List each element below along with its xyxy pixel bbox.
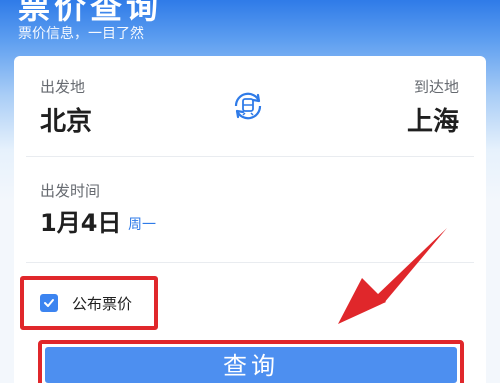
date-label: 出发时间 xyxy=(40,182,101,200)
checkbox-checked-icon[interactable] xyxy=(40,294,58,312)
weekday-label: 周一 xyxy=(128,217,156,233)
to-city[interactable]: 上海 xyxy=(407,101,459,138)
from-city[interactable]: 北京 xyxy=(40,101,92,138)
query-button-highlight: 查询 xyxy=(38,340,464,383)
public-fare-option[interactable]: 公布票价 xyxy=(20,276,158,330)
divider xyxy=(26,262,474,263)
departure-date[interactable]: 1月4日 xyxy=(40,203,121,238)
query-button[interactable]: 查询 xyxy=(45,347,457,383)
divider xyxy=(26,156,474,157)
to-label: 到达地 xyxy=(413,78,459,96)
page-subtitle: 票价信息，一目了然 xyxy=(18,26,144,42)
from-label: 出发地 xyxy=(40,78,86,96)
railway-swap-icon[interactable] xyxy=(228,86,268,126)
public-fare-label: 公布票价 xyxy=(72,294,133,313)
